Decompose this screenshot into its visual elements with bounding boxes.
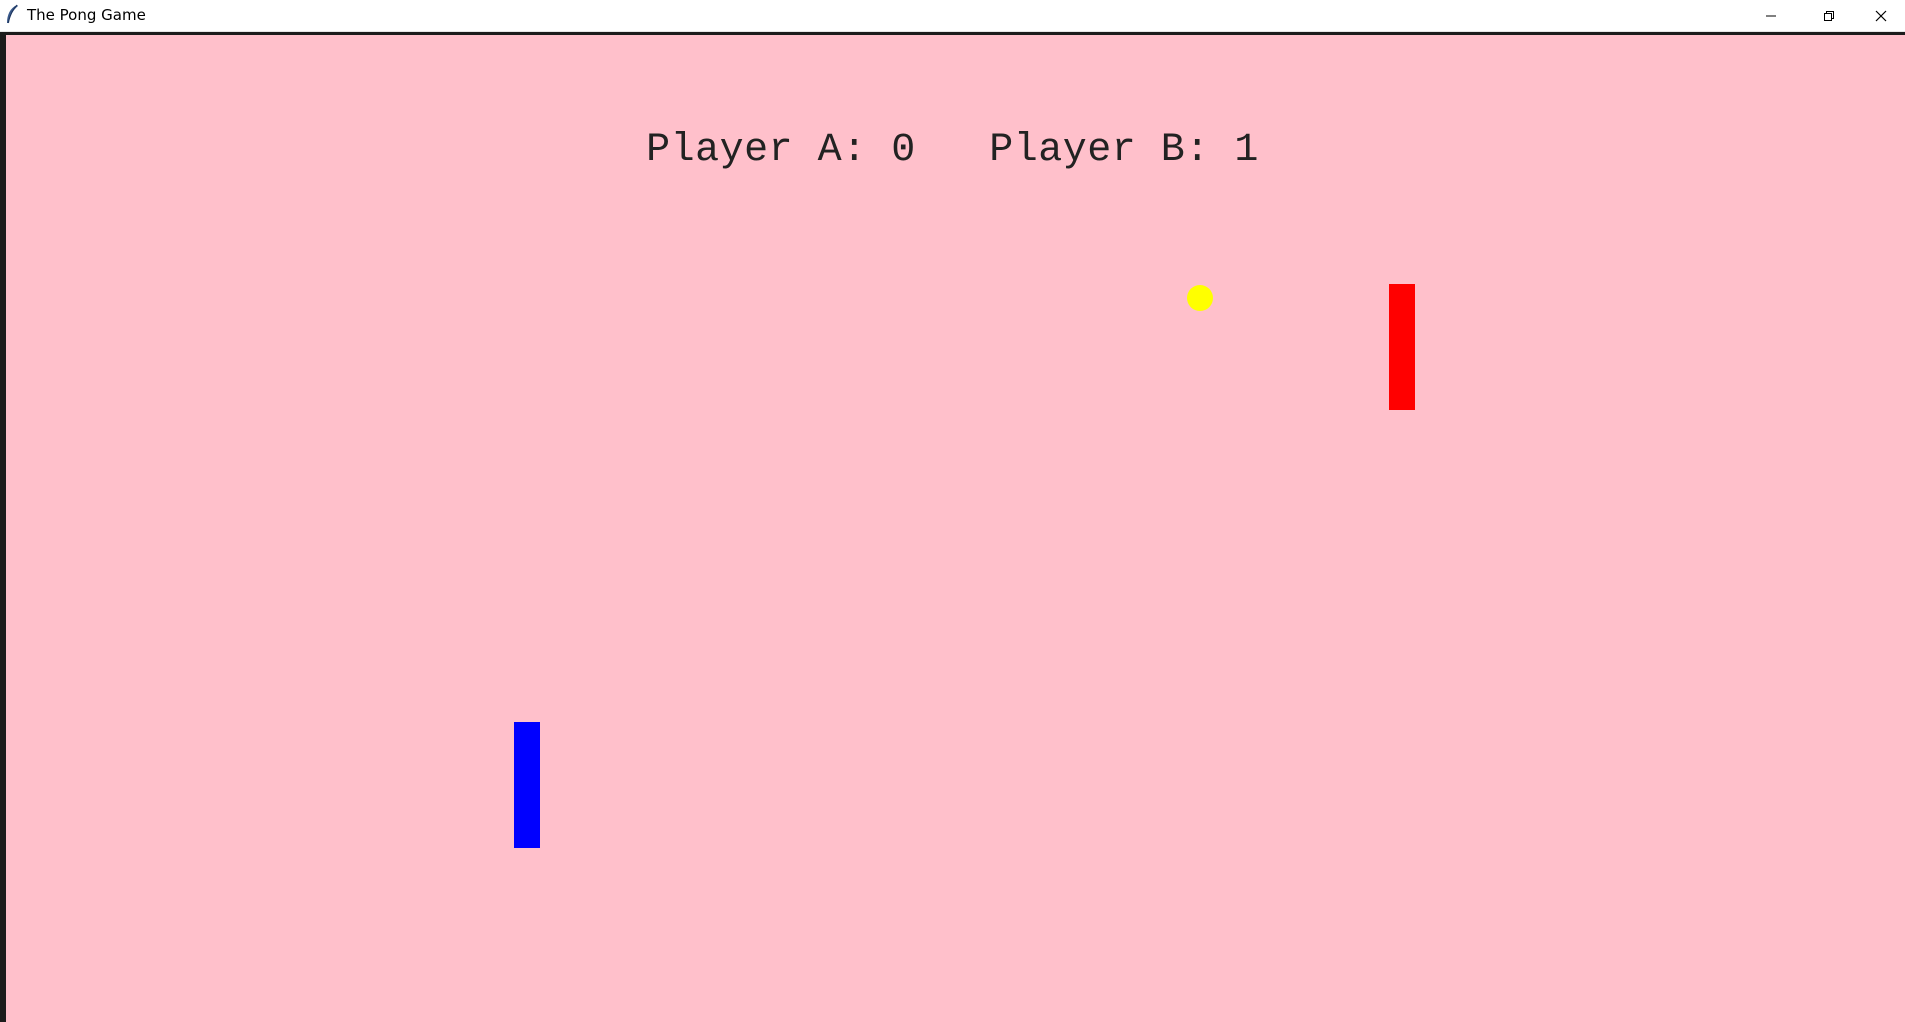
- ball: [1187, 285, 1213, 311]
- player-a-score: 0: [891, 128, 916, 173]
- close-icon: [1875, 10, 1887, 21]
- pong-window: The Pong Game Player A: 0 Player B: 1: [0, 0, 1905, 1022]
- feather-icon: [7, 4, 18, 24]
- close-button[interactable]: [1857, 0, 1905, 31]
- restore-icon: [1824, 10, 1834, 21]
- minimize-icon: [1766, 15, 1776, 16]
- player-b-label: Player B:: [989, 128, 1210, 173]
- paddle-player-a: [514, 722, 540, 848]
- title-bar[interactable]: The Pong Game: [0, 0, 1905, 32]
- player-a-label: Player A:: [646, 128, 867, 173]
- minimize-button[interactable]: [1742, 0, 1800, 31]
- window-title: The Pong Game: [27, 6, 146, 24]
- game-canvas[interactable]: [6, 35, 1905, 1022]
- maximize-button[interactable]: [1800, 0, 1858, 31]
- paddle-player-b: [1389, 284, 1415, 410]
- scoreboard: Player A: 0 Player B: 1: [0, 128, 1905, 173]
- player-b-score: 1: [1234, 128, 1259, 173]
